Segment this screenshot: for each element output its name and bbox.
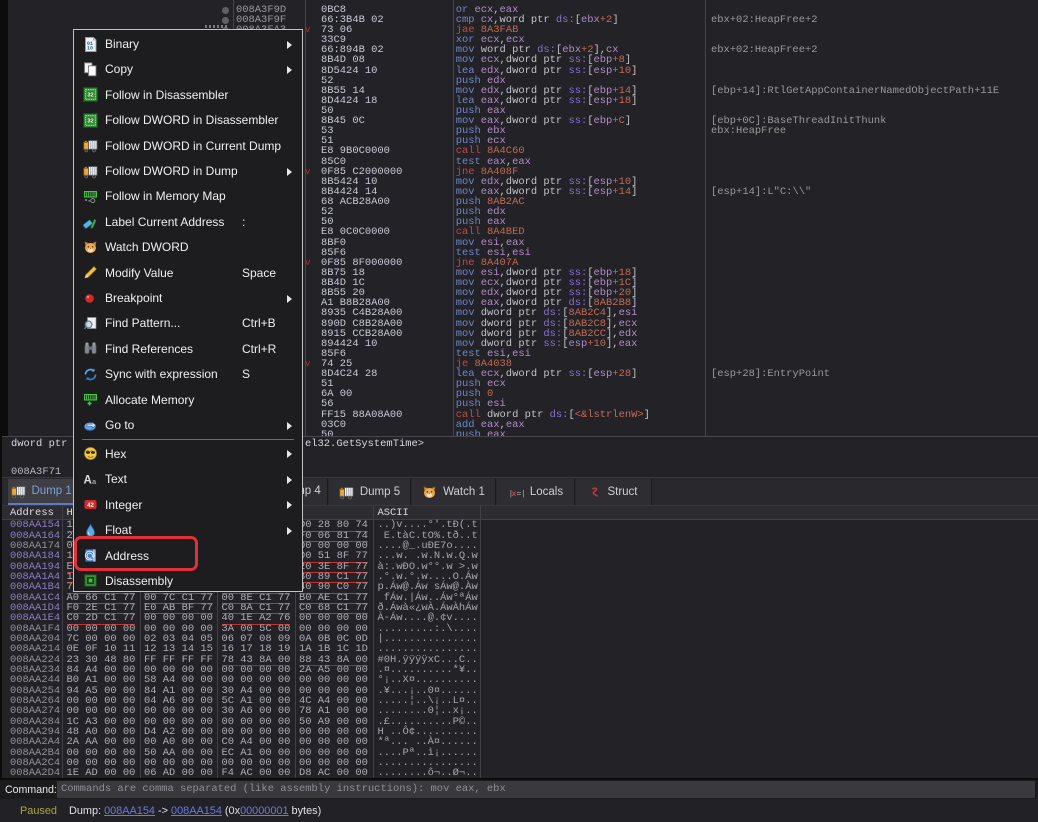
svg-text:32: 32 [87,93,93,99]
svg-text:=|: =| [516,490,524,499]
svg-text:a: a [92,477,97,486]
svg-text:10: 10 [87,45,93,51]
svg-text:42: 42 [87,503,94,509]
svg-text:32: 32 [87,118,93,124]
svg-text:A: A [84,474,92,486]
